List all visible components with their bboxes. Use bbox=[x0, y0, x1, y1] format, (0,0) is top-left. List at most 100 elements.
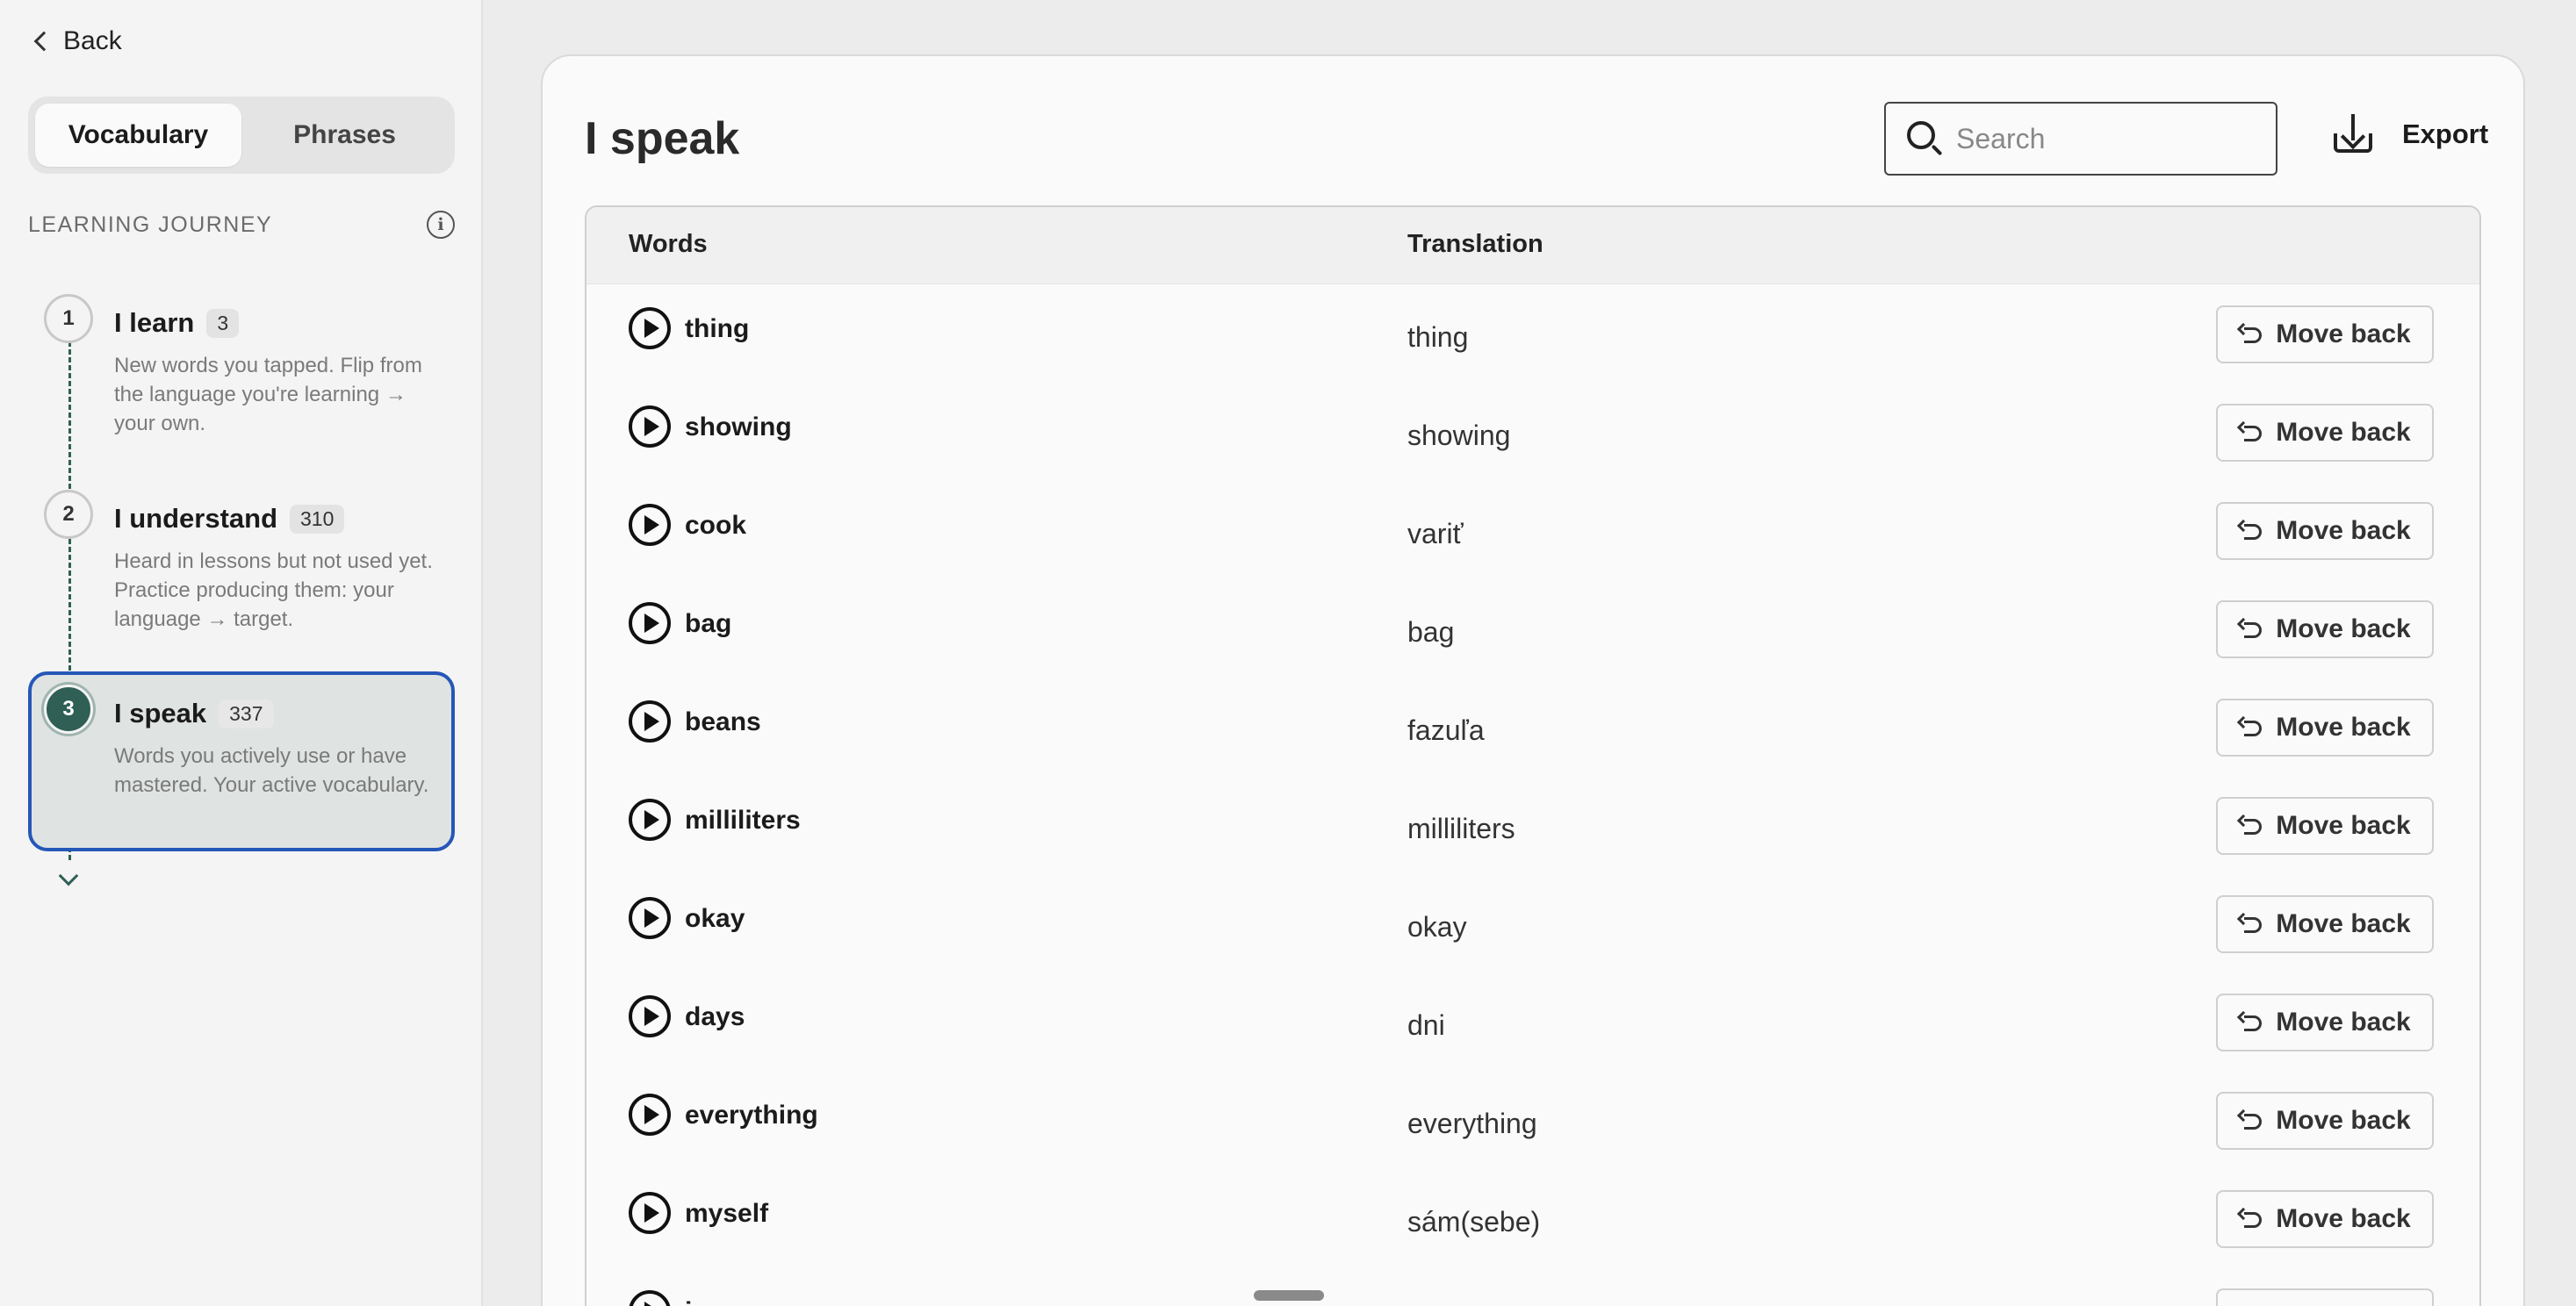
table-row: in v Move back bbox=[586, 1267, 2479, 1306]
move-back-label: Move back bbox=[2276, 516, 2411, 545]
words-table: Words Translation thing thing Move back … bbox=[585, 205, 2481, 1306]
download-icon bbox=[2334, 114, 2372, 154]
word-cell: myself bbox=[685, 1199, 769, 1228]
undo-arrow-icon bbox=[2237, 519, 2263, 542]
scroll-handle[interactable] bbox=[1254, 1290, 1324, 1301]
translation-cell: everything bbox=[1407, 1108, 1537, 1139]
undo-arrow-icon bbox=[2237, 1207, 2263, 1230]
play-audio-icon[interactable] bbox=[629, 307, 671, 349]
tab-vocabulary[interactable]: Vocabulary bbox=[35, 104, 241, 167]
undo-arrow-icon bbox=[2237, 715, 2263, 738]
move-back-label: Move back bbox=[2276, 418, 2411, 447]
table-header: Words Translation bbox=[586, 207, 2479, 284]
undo-arrow-icon bbox=[2237, 1010, 2263, 1033]
move-back-label: Move back bbox=[2276, 319, 2411, 348]
table-row: everything everything Move back bbox=[586, 1071, 2479, 1169]
translation-cell: variť bbox=[1407, 518, 1464, 549]
move-back-label: Move back bbox=[2276, 909, 2411, 938]
undo-arrow-icon bbox=[2237, 814, 2263, 836]
table-row: beans fazuľa Move back bbox=[586, 678, 2479, 776]
translation-cell: fazuľa bbox=[1407, 714, 1485, 746]
play-audio-icon[interactable] bbox=[629, 1094, 671, 1136]
translation-cell: thing bbox=[1407, 321, 1469, 353]
step-description: New words you tapped. Flip from the lang… bbox=[114, 354, 422, 435]
journey-step-i-learn[interactable]: 1 I learn 3 New words you tapped. Flip f… bbox=[28, 281, 455, 448]
word-cell: thing bbox=[685, 314, 750, 343]
move-back-button[interactable]: Move back bbox=[2216, 797, 2434, 855]
word-list-panel: I speak Export Words Translation thing t… bbox=[541, 54, 2525, 1306]
translation-cell: okay bbox=[1407, 911, 1467, 943]
sidebar: Back Vocabulary Phrases LEARNING JOURNEY… bbox=[0, 0, 483, 1306]
step-count-badge: 310 bbox=[290, 504, 345, 534]
translation-cell: bag bbox=[1407, 616, 1455, 648]
word-cell: everything bbox=[685, 1101, 818, 1130]
step-name: I understand bbox=[114, 503, 278, 534]
learning-journey-header: LEARNING JOURNEY i bbox=[28, 211, 455, 239]
undo-arrow-icon bbox=[2237, 1109, 2263, 1131]
step-name: I speak bbox=[114, 698, 207, 728]
translation-cell: dni bbox=[1407, 1009, 1445, 1041]
step-number: 3 bbox=[44, 685, 93, 734]
move-back-button[interactable]: Move back bbox=[2216, 895, 2434, 953]
table-row: thing thing Move back bbox=[586, 284, 2479, 383]
vocabulary-phrases-toggle: Vocabulary Phrases bbox=[28, 97, 455, 174]
move-back-label: Move back bbox=[2276, 713, 2411, 742]
export-button[interactable]: Export bbox=[2334, 114, 2488, 154]
play-audio-icon[interactable] bbox=[629, 1192, 671, 1234]
search-input[interactable] bbox=[1956, 122, 2255, 155]
column-header-translation: Translation bbox=[1407, 230, 1543, 258]
word-cell: okay bbox=[685, 904, 745, 933]
tab-phrases[interactable]: Phrases bbox=[241, 104, 448, 167]
move-back-button[interactable]: Move back bbox=[2216, 404, 2434, 462]
word-cell: bag bbox=[685, 609, 732, 638]
move-back-label: Move back bbox=[2276, 811, 2411, 840]
move-back-label: Move back bbox=[2276, 1204, 2411, 1233]
word-cell: in bbox=[685, 1297, 709, 1306]
play-audio-icon[interactable] bbox=[629, 897, 671, 939]
play-audio-icon[interactable] bbox=[629, 602, 671, 644]
play-audio-icon[interactable] bbox=[629, 799, 671, 841]
step-description: Heard in lessons but not used yet. Pract… bbox=[114, 549, 433, 631]
move-back-button[interactable]: Move back bbox=[2216, 1190, 2434, 1248]
step-count-badge: 337 bbox=[219, 699, 274, 728]
undo-arrow-icon bbox=[2237, 420, 2263, 443]
move-back-button[interactable]: Move back bbox=[2216, 699, 2434, 757]
info-icon[interactable]: i bbox=[427, 211, 455, 239]
chevron-left-icon bbox=[33, 31, 54, 52]
move-back-button[interactable]: Move back bbox=[2216, 994, 2434, 1051]
play-audio-icon[interactable] bbox=[629, 995, 671, 1037]
play-audio-icon[interactable] bbox=[629, 504, 671, 546]
table-row: milliliters milliliters Move back bbox=[586, 776, 2479, 874]
search-box[interactable] bbox=[1884, 102, 2277, 176]
table-row: bag bag Move back bbox=[586, 579, 2479, 678]
play-audio-icon[interactable] bbox=[629, 1290, 671, 1306]
search-icon bbox=[1905, 119, 1944, 158]
table-row: myself sám(sebe) Move back bbox=[586, 1169, 2479, 1267]
back-label: Back bbox=[63, 26, 122, 55]
step-name: I learn bbox=[114, 307, 195, 338]
table-row: days dni Move back bbox=[586, 972, 2479, 1071]
move-back-button[interactable]: Move back bbox=[2216, 1288, 2434, 1306]
move-back-button[interactable]: Move back bbox=[2216, 1092, 2434, 1150]
chevron-down-icon bbox=[58, 865, 79, 886]
translation-cell: milliliters bbox=[1407, 813, 1515, 844]
journey-step-i-speak[interactable]: 3 I speak 337 Words you actively use or … bbox=[28, 671, 455, 851]
move-back-label: Move back bbox=[2276, 614, 2411, 643]
move-back-label: Move back bbox=[2276, 1106, 2411, 1135]
back-button[interactable]: Back bbox=[32, 26, 122, 56]
move-back-label: Move back bbox=[2276, 1008, 2411, 1037]
word-cell: days bbox=[685, 1002, 745, 1031]
word-cell: cook bbox=[685, 511, 747, 540]
step-count-badge: 3 bbox=[206, 308, 240, 338]
translation-cell: showing bbox=[1407, 420, 1511, 451]
undo-arrow-icon bbox=[2237, 322, 2263, 345]
play-audio-icon[interactable] bbox=[629, 700, 671, 743]
move-back-button[interactable]: Move back bbox=[2216, 600, 2434, 658]
move-back-button[interactable]: Move back bbox=[2216, 305, 2434, 363]
move-back-button[interactable]: Move back bbox=[2216, 502, 2434, 560]
table-row: okay okay Move back bbox=[586, 874, 2479, 972]
journey-step-i-understand[interactable]: 2 I understand 310 Heard in lessons but … bbox=[28, 477, 455, 643]
play-audio-icon[interactable] bbox=[629, 405, 671, 448]
undo-arrow-icon bbox=[2237, 617, 2263, 640]
column-header-words: Words bbox=[629, 230, 708, 258]
